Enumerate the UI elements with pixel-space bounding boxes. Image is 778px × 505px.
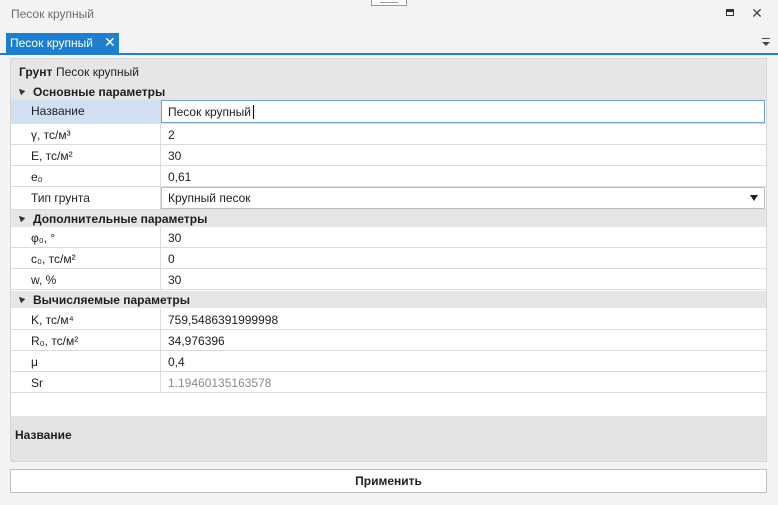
property-value[interactable]: 2 [168, 128, 175, 142]
property-grid-header: Грунт Песок крупный [11, 59, 766, 83]
property-row-gamma[interactable]: γ, тс/м³ 2 [11, 124, 766, 145]
property-value[interactable]: 30 [168, 273, 181, 287]
section-computed-params[interactable]: Вычисляемые параметры [11, 291, 766, 308]
property-key: E, тс/м² [11, 145, 161, 165]
window-title: Песок крупный [11, 7, 94, 21]
property-key: Sr [11, 372, 161, 392]
section-basic-params[interactable]: Основные параметры [11, 83, 766, 100]
property-key: φ₀, ° [11, 227, 161, 247]
property-row-phi[interactable]: φ₀, ° 30 [11, 227, 766, 248]
property-value[interactable]: 0,4 [168, 355, 185, 369]
maximize-icon[interactable] [722, 5, 738, 21]
section-extra-params[interactable]: Дополнительные параметры [11, 210, 766, 227]
property-grid: Грунт Песок крупный Основные параметры Н… [10, 58, 767, 462]
property-row-r0[interactable]: R₀, тс/м² 34,976396 [11, 330, 766, 351]
tab-menu-dropdown-icon[interactable] [760, 36, 772, 50]
property-key: Тип грунта [11, 187, 161, 209]
property-row-sr: Sr 1.19460135163578 [11, 372, 766, 393]
section-title: Основные параметры [33, 85, 166, 99]
section-title: Дополнительные параметры [33, 212, 208, 226]
property-value[interactable]: 0,61 [168, 170, 191, 184]
property-row-e[interactable]: E, тс/м² 30 [11, 145, 766, 166]
window-titlebar: Песок крупный ✕ [0, 0, 778, 30]
property-row-c0[interactable]: c₀, тс/м² 0 [11, 248, 766, 269]
document-tabstrip: Песок крупный ✕ [0, 33, 778, 55]
tab-label: Песок крупный [10, 36, 93, 50]
tab-pesok-krupny[interactable]: Песок крупный ✕ [6, 33, 119, 53]
property-row-soil-type[interactable]: Тип грунта Крупный песок [11, 187, 766, 210]
description-pane: Название [11, 416, 766, 461]
property-key: μ [11, 351, 161, 371]
property-value[interactable]: 30 [168, 149, 181, 163]
property-value-readonly: 1.19460135163578 [168, 376, 272, 390]
property-row-k[interactable]: K, тс/м⁴ 759,5486391999998 [11, 309, 766, 330]
object-name-label: Песок крупный [56, 65, 139, 79]
property-row-mu[interactable]: μ 0,4 [11, 351, 766, 372]
property-value[interactable]: 34,976396 [168, 334, 225, 348]
close-icon[interactable]: ✕ [749, 5, 765, 21]
property-row-w[interactable]: w, % 30 [11, 269, 766, 290]
text-caret [253, 105, 254, 119]
property-row-e0[interactable]: e₀ 0,61 [11, 166, 766, 187]
description-title: Название [15, 428, 72, 442]
property-key: R₀, тс/м² [11, 330, 161, 350]
tab-close-icon[interactable]: ✕ [104, 34, 116, 50]
collapse-triangle-icon[interactable] [16, 213, 26, 223]
drag-handle[interactable] [371, 0, 407, 6]
property-value[interactable]: 30 [168, 231, 181, 245]
property-key: Название [11, 100, 161, 123]
apply-button[interactable]: Применить [10, 469, 767, 493]
chevron-down-icon[interactable] [750, 195, 758, 201]
property-key: γ, тс/м³ [11, 124, 161, 144]
collapse-triangle-icon[interactable] [16, 294, 26, 304]
property-key: w, % [11, 269, 161, 289]
property-key: K, тс/м⁴ [11, 309, 161, 329]
property-value[interactable]: 759,5486391999998 [168, 313, 278, 327]
soil-type-select[interactable]: Крупный песок [161, 187, 765, 209]
name-input[interactable]: Песок крупный [161, 100, 765, 123]
object-type-label: Грунт [19, 65, 53, 79]
property-key: c₀, тс/м² [11, 248, 161, 268]
property-row-name[interactable]: Название Песок крупный [11, 100, 766, 124]
property-value[interactable]: 0 [168, 252, 175, 266]
collapse-triangle-icon[interactable] [16, 86, 26, 96]
property-key: e₀ [11, 166, 161, 186]
section-title: Вычисляемые параметры [33, 293, 190, 307]
